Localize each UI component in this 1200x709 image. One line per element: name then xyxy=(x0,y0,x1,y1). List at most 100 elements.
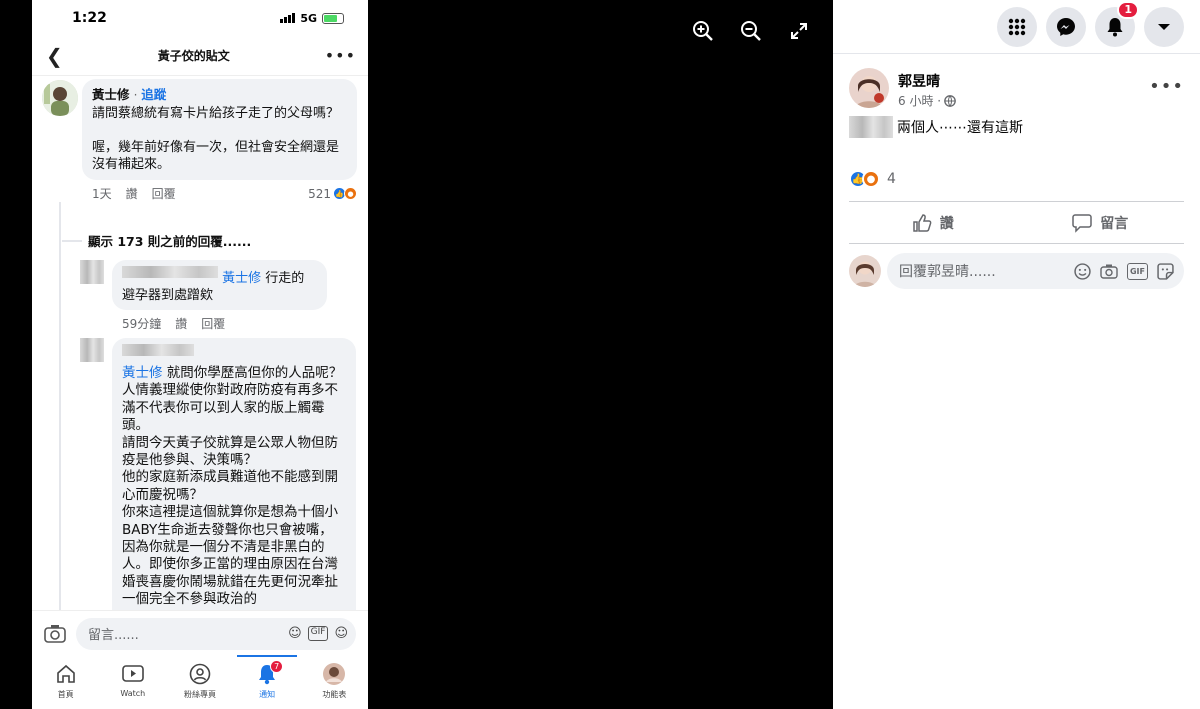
comment-icon xyxy=(1072,214,1092,233)
thread-line xyxy=(59,202,61,610)
thumbs-up-icon xyxy=(913,214,932,232)
photo-viewer: 1:22 5G ❮ 黃子佼的貼文 ••• 黃士修 · 追蹤 請問蔡總統有寫卡片給… xyxy=(0,0,833,709)
pages-icon xyxy=(188,662,212,686)
bell-icon xyxy=(1107,17,1123,36)
follow-link[interactable]: 追蹤 xyxy=(141,87,166,102)
post-timestamp[interactable]: 6 小時 · xyxy=(898,92,956,109)
avatar[interactable] xyxy=(80,260,104,284)
comment-button[interactable]: 留言 xyxy=(1017,203,1185,243)
reply-bubble: 黃士修 行走的避孕器到處蹭欸 xyxy=(112,260,327,310)
reply-composer: 回覆郭昱晴...... GIF xyxy=(849,252,1184,290)
post-text: 兩個人⋯⋯還有這斯 xyxy=(897,120,1023,136)
comment-input[interactable]: 留言...... ☺ GIF ☺ xyxy=(76,617,356,650)
reaction-count: 521 xyxy=(308,186,331,201)
blurred-author-name xyxy=(122,266,218,278)
zoom-out-icon[interactable] xyxy=(738,18,764,44)
post-sidebar: 1 郭昱晴 6 小時 · ••• 兩個人⋯⋯還有這斯 👍 ● 4 讚 留言 回覆… xyxy=(833,0,1200,709)
reply-item: 黃士修 行走的避孕器到處蹭欸 59分鐘 讚 回覆 xyxy=(112,260,327,332)
top-navigation: 1 xyxy=(833,0,1200,54)
profile-menu-icon xyxy=(322,662,346,686)
messenger-button[interactable] xyxy=(1046,6,1086,47)
blurred-tag xyxy=(849,116,893,138)
like-label: 讚 xyxy=(939,216,954,232)
caret-down-icon xyxy=(1158,23,1170,30)
comment-author[interactable]: 黃士修 xyxy=(92,87,130,102)
sticker-icon[interactable] xyxy=(1157,262,1174,280)
reply-input[interactable]: 回覆郭昱晴...... GIF xyxy=(887,253,1184,289)
tab-badge: 7 xyxy=(270,660,284,673)
comment-meta: 1天 讚 回覆 521 👍 ● xyxy=(82,185,357,202)
mention-tag[interactable]: 黃士修 xyxy=(122,365,163,381)
comment-time: 1天 xyxy=(92,187,112,201)
tab-pages[interactable]: 粉絲專頁 xyxy=(170,662,230,700)
notification-badge: 1 xyxy=(1117,0,1139,19)
comment-placeholder: 留言...... xyxy=(88,628,139,643)
reply-link[interactable]: 回覆 xyxy=(201,315,225,332)
comment-thread: 黃士修 · 追蹤 請問蔡總統有寫卡片給孩子走了的父母嗎？ 喔，幾年前好像有一次，… xyxy=(32,76,368,610)
tab-label: 功能表 xyxy=(322,690,347,699)
tab-menu[interactable]: 功能表 xyxy=(304,662,364,700)
angry-reaction-icon: ● xyxy=(862,170,880,188)
back-icon[interactable]: ❮ xyxy=(46,44,63,68)
more-icon[interactable]: ••• xyxy=(1149,76,1184,97)
zoom-in-icon[interactable] xyxy=(690,18,716,44)
reply-link[interactable]: 回覆 xyxy=(152,185,176,202)
post-time-text: 6 小時 · xyxy=(898,94,942,108)
messenger-icon xyxy=(1057,17,1075,36)
signal-icon xyxy=(280,13,296,23)
gif-icon[interactable]: GIF xyxy=(1126,262,1148,280)
comment-text: 請問蔡總統有寫卡片給孩子走了的父母嗎？ 喔，幾年前好像有一次，但社會安全網還是沒… xyxy=(92,106,340,172)
reply-item: 黃士修 就問你學歷高但你的人品呢？ 人情義理縱使你對政府防疫有再多不滿不代表你可… xyxy=(112,338,356,610)
reaction-count: 4 xyxy=(887,171,896,187)
camera-icon[interactable] xyxy=(1100,263,1118,280)
reply-meta: 59分鐘 讚 回覆 xyxy=(112,315,327,332)
tab-home[interactable]: 首頁 xyxy=(36,662,96,700)
post-actions: 讚 留言 xyxy=(849,203,1184,243)
reply-text: 就問你學歷高但你的人品呢？ 人情義理縱使你對政府防疫有再多不滿不代表你可以到人家… xyxy=(122,365,343,608)
like-link[interactable]: 讚 xyxy=(175,315,187,332)
status-time: 1:22 xyxy=(72,10,107,26)
avatar[interactable] xyxy=(849,255,881,287)
account-button[interactable] xyxy=(1144,6,1184,47)
reaction-summary[interactable]: 👍 ● 4 xyxy=(849,170,896,188)
network-label: 5G xyxy=(300,11,317,25)
page-title: 黃子佼的貼文 xyxy=(157,49,230,63)
emoji-icon[interactable]: ☺ xyxy=(334,626,348,641)
gif-icon[interactable]: GIF xyxy=(307,626,329,641)
divider xyxy=(849,243,1184,244)
divider xyxy=(849,201,1184,202)
menu-button[interactable] xyxy=(997,6,1037,47)
like-button[interactable]: 讚 xyxy=(849,203,1017,243)
bottom-tab-bar: 首頁 Watch 粉絲專頁 7 通知 功能表 xyxy=(32,655,368,709)
home-icon xyxy=(54,662,78,686)
viewer-toolbar xyxy=(690,18,812,44)
comment-item: 黃士修 · 追蹤 請問蔡總統有寫卡片給孩子走了的父母嗎？ 喔，幾年前好像有一次，… xyxy=(82,79,357,202)
thread-connector xyxy=(62,240,82,242)
tab-watch[interactable]: Watch xyxy=(103,662,163,698)
avatar[interactable] xyxy=(80,338,104,362)
comment-composer: 留言...... ☺ GIF ☺ xyxy=(32,610,368,656)
phone-screenshot: 1:22 5G ❮ 黃子佼的貼文 ••• 黃士修 · 追蹤 請問蔡總統有寫卡片給… xyxy=(32,0,368,709)
reply-bubble: 黃士修 就問你學歷高但你的人品呢？ 人情義理縱使你對政府防疫有再多不滿不代表你可… xyxy=(112,338,356,610)
avatar[interactable] xyxy=(42,80,78,116)
show-previous-replies[interactable]: 顯示 173 則之前的回覆...... xyxy=(88,231,251,250)
active-tab-indicator xyxy=(237,655,298,657)
like-link[interactable]: 讚 xyxy=(126,185,138,202)
notifications-button[interactable]: 1 xyxy=(1095,0,1139,47)
post-author[interactable]: 郭昱晴 xyxy=(898,71,940,91)
mention-tag[interactable]: 黃士修 xyxy=(222,271,261,286)
expand-icon[interactable] xyxy=(786,18,812,44)
watch-icon xyxy=(121,662,145,686)
avatar[interactable] xyxy=(849,68,889,108)
camera-icon[interactable] xyxy=(44,624,66,644)
comment-label: 留言 xyxy=(1100,216,1129,232)
tab-notifications[interactable]: 7 通知 xyxy=(237,655,298,700)
tab-label: 首頁 xyxy=(57,690,74,699)
battery-icon xyxy=(322,12,344,24)
more-icon[interactable]: ••• xyxy=(325,46,356,65)
sticker-icon[interactable]: ☺ xyxy=(288,626,302,641)
emoji-icon[interactable] xyxy=(1074,262,1091,280)
post-header: 郭昱晴 6 小時 · ••• xyxy=(849,68,1184,112)
post-body: 兩個人⋯⋯還有這斯 xyxy=(849,116,1023,138)
reply-placeholder: 回覆郭昱晴...... xyxy=(899,264,996,280)
